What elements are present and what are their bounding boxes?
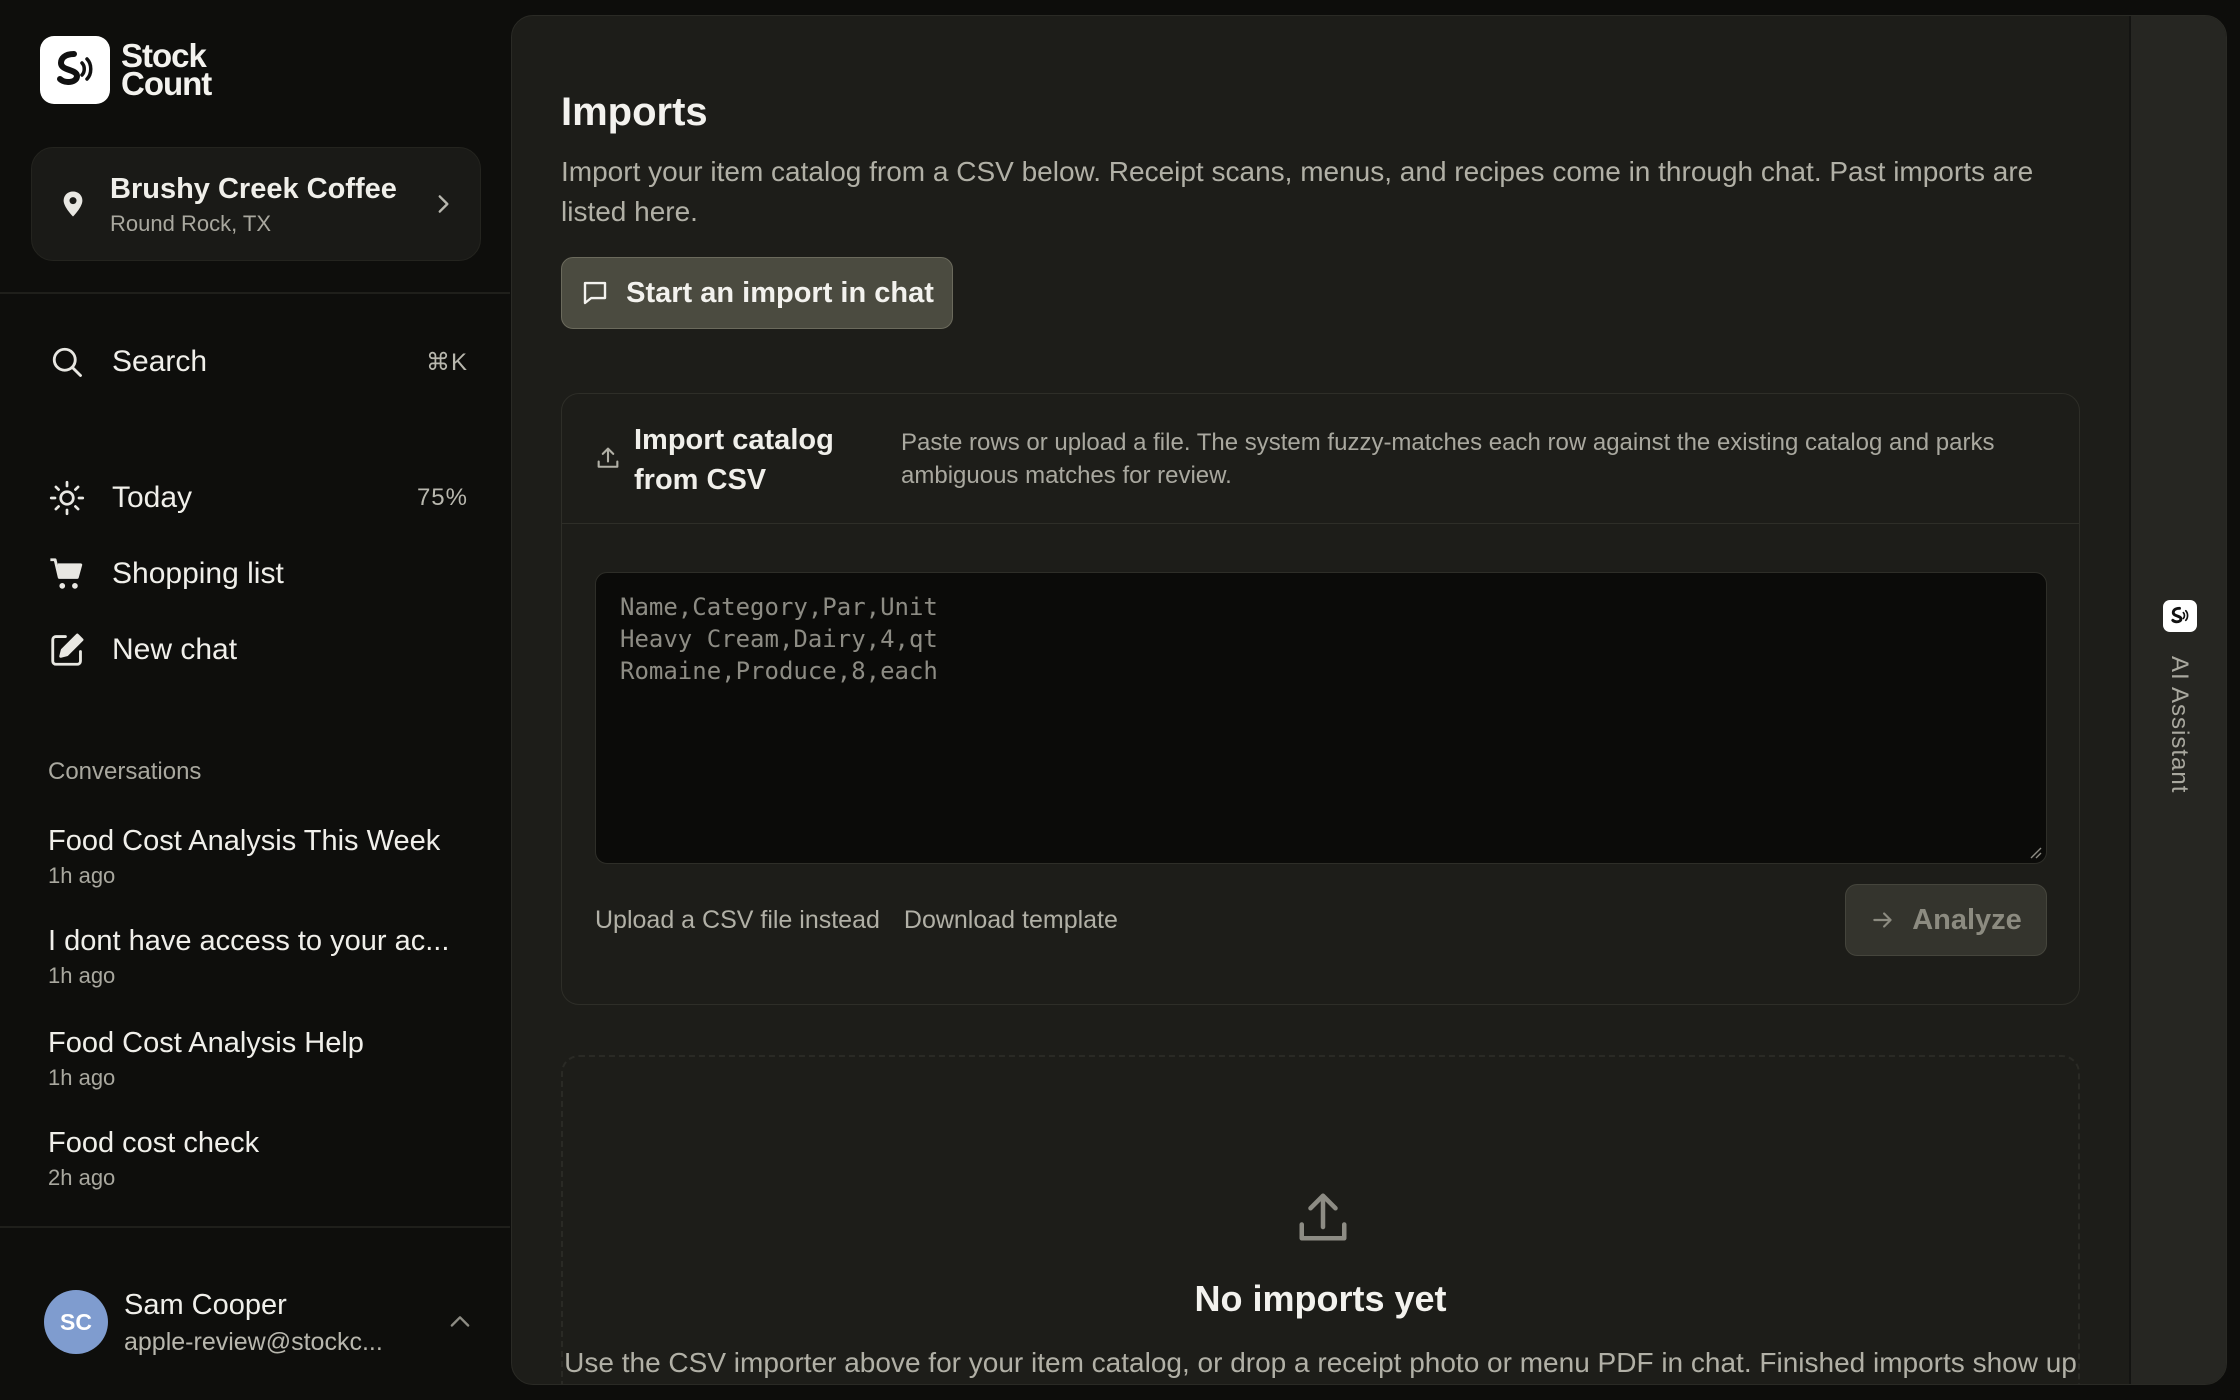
today-progress: 75%: [416, 484, 468, 511]
csv-import-subtitle: Paste rows or upload a file. The system …: [901, 429, 1995, 489]
imports-empty-state: No imports yet Use the CSV importer abov…: [561, 1055, 2080, 1384]
upload-icon: [1299, 1193, 1347, 1241]
conversation-item[interactable]: Food cost check 2h ago: [48, 1125, 468, 1191]
conversation-title: Food Cost Analysis Help: [48, 1027, 364, 1059]
conversation-title: Food cost check: [48, 1127, 260, 1159]
sidebar-divider: [0, 1226, 510, 1228]
compose-icon: [48, 631, 86, 669]
csv-import-title: Import catalog from CSV: [634, 424, 834, 496]
today-label: Today: [112, 481, 193, 514]
user-name: Sam Cooper: [124, 1288, 287, 1321]
conversation-time: 1h ago: [48, 1065, 116, 1090]
arrow-right-icon: [1873, 912, 1892, 928]
brand[interactable]: Stock Count: [40, 36, 212, 104]
brand-name: Stock Count: [121, 39, 212, 102]
new-chat-label: New chat: [112, 633, 238, 666]
brand-name-line2: Count: [121, 65, 212, 102]
sun-icon: [48, 479, 86, 517]
csv-textarea[interactable]: Name,Category,Par,Unit Heavy Cream,Dairy…: [595, 572, 2047, 864]
conversations-heading: Conversations: [48, 758, 202, 785]
user-email: apple-review@stockc...: [124, 1327, 383, 1356]
chat-bubble-icon: [583, 281, 607, 305]
ai-assistant-rail[interactable]: AI Assistant: [2129, 16, 2226, 1384]
upload-icon: [597, 447, 619, 468]
ai-assistant-label: AI Assistant: [2166, 656, 2193, 794]
app-window: Stock Count Brushy Creek Coffee Round Ro…: [0, 0, 2240, 1400]
resize-handle-icon[interactable]: [2026, 843, 2042, 859]
chevron-right-icon: [438, 195, 449, 213]
location-city: Round Rock, TX: [110, 211, 272, 236]
chevron-up-icon: [450, 1316, 470, 1327]
empty-state-description: Use the CSV importer above for your item…: [564, 1347, 2077, 1378]
conversation-item[interactable]: Food Cost Analysis Help 1h ago: [48, 1025, 468, 1091]
location-switcher[interactable]: Brushy Creek Coffee Round Rock, TX: [31, 147, 481, 261]
csv-import-card: Import catalog from CSV Paste rows or up…: [561, 393, 2080, 1005]
sidebar: Stock Count Brushy Creek Coffee Round Ro…: [0, 0, 510, 1400]
start-import-chat-button[interactable]: Start an import in chat: [561, 257, 953, 329]
conversation-item[interactable]: I dont have access to your ac... 1h ago: [48, 923, 468, 989]
location-name: Brushy Creek Coffee: [110, 173, 397, 205]
search-shortcut: ⌘K: [425, 348, 468, 376]
imports-page: Imports Import your item catalog from a …: [512, 16, 2129, 1384]
search-icon: [48, 343, 86, 381]
user-menu[interactable]: SC Sam Cooper apple-review@stockc...: [44, 1272, 474, 1372]
shopping-list-label: Shopping list: [112, 557, 284, 590]
stockcount-logo-icon: [2163, 600, 2197, 632]
avatar: SC: [44, 1290, 108, 1354]
page-title: Imports: [561, 90, 708, 134]
page-description: Import your item catalog from a CSV belo…: [561, 156, 2034, 227]
analyze-label: Analyze: [1912, 903, 2022, 936]
sidebar-item-today[interactable]: Today 75%: [48, 470, 468, 526]
start-import-chat-label: Start an import in chat: [626, 276, 934, 309]
search-button[interactable]: Search ⌘K: [48, 334, 468, 390]
download-template-link[interactable]: Download template: [904, 906, 1118, 935]
csv-import-header: Import catalog from CSV Paste rows or up…: [562, 394, 2079, 524]
stockcount-logo-icon: [40, 36, 110, 104]
search-label: Search: [112, 345, 208, 378]
empty-state-title: No imports yet: [1194, 1278, 1447, 1319]
conversation-item[interactable]: Food Cost Analysis This Week 1h ago: [48, 823, 468, 889]
conversation-title: Food Cost Analysis This Week: [48, 825, 441, 857]
conversation-time: 2h ago: [48, 1165, 116, 1190]
sidebar-divider: [0, 292, 510, 294]
conversation-time: 1h ago: [48, 963, 116, 988]
shopping-cart-icon: [48, 555, 86, 593]
conversation-time: 1h ago: [48, 863, 116, 888]
sidebar-item-shopping-list[interactable]: Shopping list: [48, 546, 468, 602]
csv-import-footer: Upload a CSV file instead Download templ…: [595, 884, 2047, 956]
conversation-title: I dont have access to your ac...: [48, 925, 450, 957]
analyze-button[interactable]: Analyze: [1845, 884, 2047, 956]
sidebar-item-new-chat[interactable]: New chat: [48, 622, 468, 678]
map-pin-icon: [63, 191, 83, 217]
upload-csv-link[interactable]: Upload a CSV file instead: [595, 906, 880, 935]
main-panel: Imports Import your item catalog from a …: [511, 15, 2227, 1385]
